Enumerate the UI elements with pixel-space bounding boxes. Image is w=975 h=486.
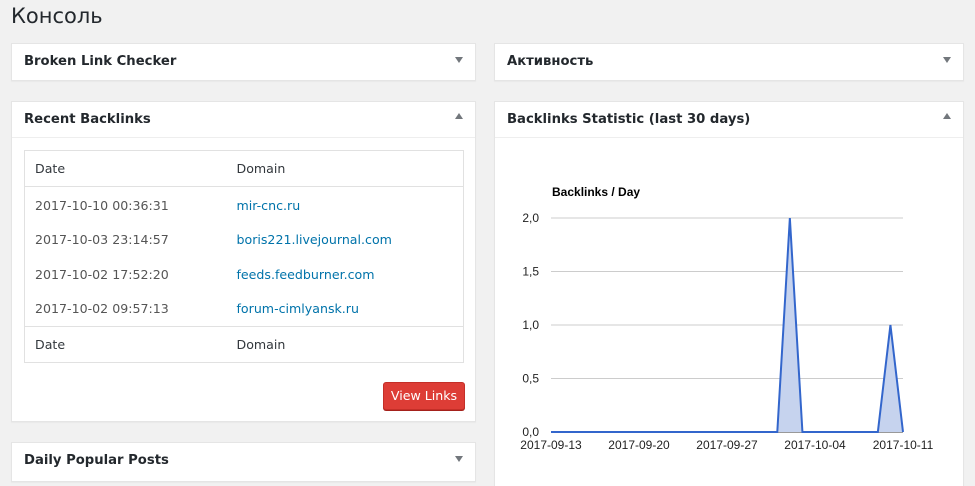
backlink-date: 2017-10-02 09:57:13 — [35, 301, 169, 317]
daily-popular-posts-widget: Daily Popular Posts — [11, 442, 476, 482]
expand-toggle-icon[interactable] — [455, 57, 463, 63]
table-footer-row: Date Domain — [24, 326, 464, 363]
table-row: 2017-10-02 17:52:20 feeds.feedburner.com — [25, 257, 464, 292]
backlink-date: 2017-10-02 17:52:20 — [35, 266, 169, 282]
page-title: Консоль — [11, 4, 103, 28]
widget-header[interactable]: Backlinks Statistic (last 30 days) — [495, 102, 963, 138]
backlink-date: 2017-10-03 23:14:57 — [35, 231, 169, 247]
widget-header[interactable]: Daily Popular Posts — [12, 443, 475, 479]
backlinks-chart: Backlinks / Day 0,0 0,5 1,0 1,5 2,0 2017-09-… — [520, 185, 934, 452]
column-footer-date: Date — [35, 337, 66, 352]
table-header-row: Date Domain — [24, 151, 464, 187]
expand-toggle-icon[interactable] — [455, 456, 463, 462]
table-row: 2017-10-03 23:14:57 boris221.livejournal… — [25, 222, 464, 257]
backlink-domain-link[interactable]: boris221.livejournal.com — [237, 232, 392, 247]
backlink-domain-link[interactable]: forum-cimlyansk.ru — [237, 301, 359, 316]
table-row: 2017-10-02 09:57:13 forum-cimlyansk.ru — [25, 292, 464, 327]
x-tick-label: 2017-09-13 — [520, 438, 582, 452]
widget-title: Daily Popular Posts — [24, 453, 169, 468]
widget-title: Recent Backlinks — [24, 112, 151, 127]
widget-header[interactable]: Активность — [495, 44, 963, 80]
x-tick-label: 2017-09-20 — [608, 438, 670, 452]
y-tick-label: 2,0 — [522, 211, 539, 225]
collapse-toggle-icon[interactable] — [455, 113, 463, 119]
widget-title: Backlinks Statistic (last 30 days) — [507, 112, 751, 127]
widget-title: Broken Link Checker — [24, 54, 177, 69]
view-links-button[interactable]: View Links — [383, 382, 465, 410]
expand-toggle-icon[interactable] — [943, 57, 951, 63]
recent-backlinks-widget: Recent Backlinks Date Domain 2017-10-10 … — [11, 101, 476, 422]
x-tick-label: 2017-10-11 — [873, 438, 934, 452]
widget-header[interactable]: Recent Backlinks — [12, 102, 475, 138]
backlinks-statistic-widget: Backlinks Statistic (last 30 days) Backl… — [494, 101, 964, 486]
activity-widget: Активность — [494, 43, 964, 81]
collapse-toggle-icon[interactable] — [943, 113, 951, 119]
broken-link-checker-widget: Broken Link Checker — [11, 43, 476, 81]
widget-header[interactable]: Broken Link Checker — [12, 44, 475, 80]
y-tick-label: 0,0 — [522, 425, 539, 439]
backlink-domain-link[interactable]: feeds.feedburner.com — [237, 267, 375, 282]
column-header-domain: Domain — [236, 161, 286, 176]
x-tick-label: 2017-09-27 — [696, 438, 758, 452]
backlink-domain-link[interactable]: mir-cnc.ru — [237, 198, 301, 213]
column-footer-domain: Domain — [236, 337, 286, 352]
widget-title: Активность — [507, 54, 594, 69]
backlink-date: 2017-10-10 00:36:31 — [35, 198, 169, 214]
table-row: 2017-10-10 00:36:31 mir-cnc.ru — [25, 187, 464, 222]
backlinks-table: Date Domain 2017-10-10 00:36:31 mir-cnc.… — [24, 150, 464, 363]
y-tick-label: 1,0 — [522, 318, 539, 332]
y-tick-label: 0,5 — [522, 372, 539, 386]
x-tick-label: 2017-10-04 — [784, 438, 846, 452]
y-tick-label: 1,5 — [522, 265, 539, 279]
column-header-date: Date — [35, 161, 66, 176]
chart-title: Backlinks / Day — [552, 185, 640, 199]
